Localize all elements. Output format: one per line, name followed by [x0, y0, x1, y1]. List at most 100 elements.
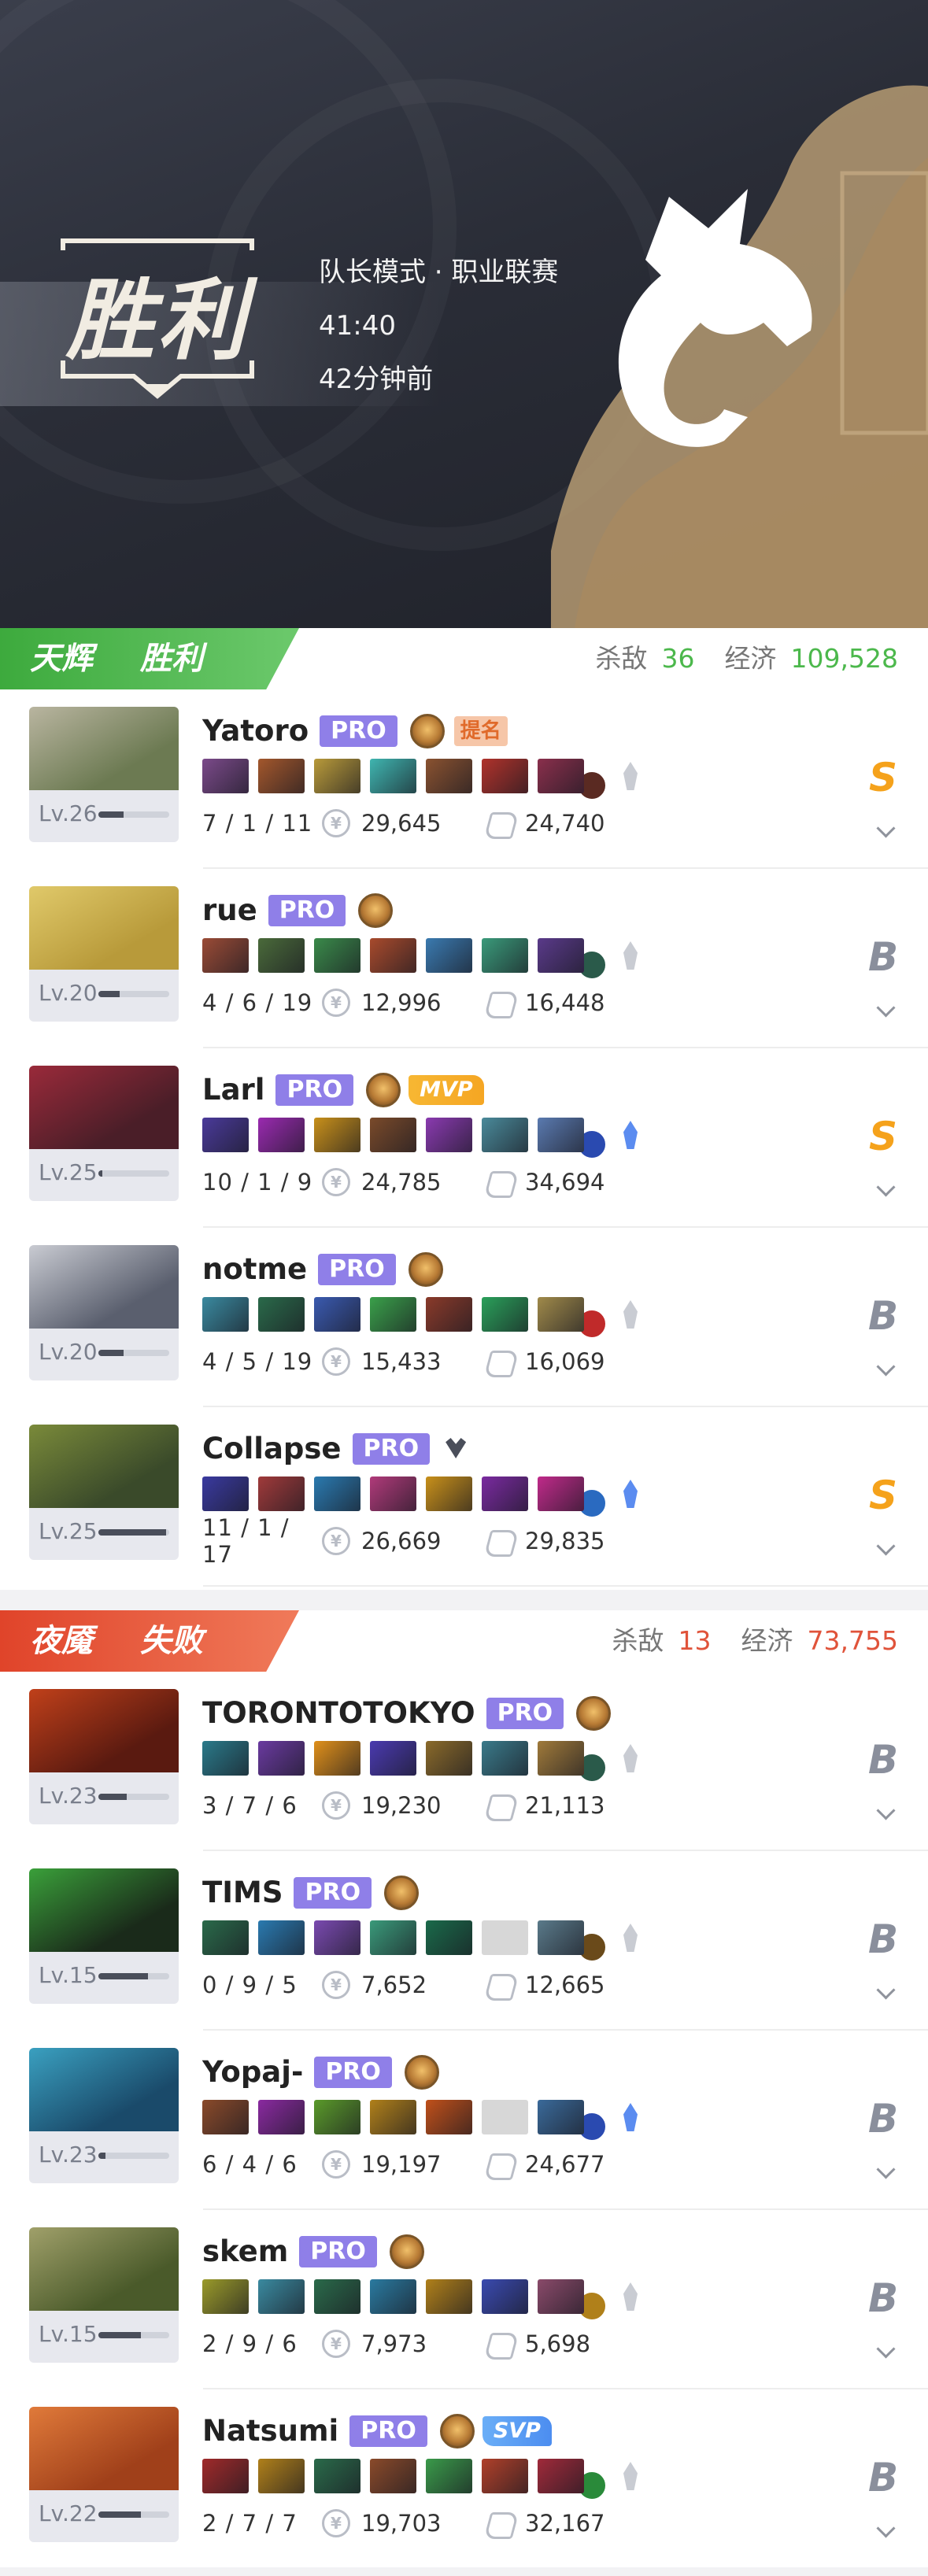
item-icon[interactable] [314, 2279, 360, 2314]
item-icon[interactable] [370, 2459, 416, 2493]
item-icon[interactable] [370, 1476, 416, 1511]
item-icon[interactable] [370, 1920, 416, 1955]
item-icon[interactable] [202, 1118, 249, 1152]
item-icon[interactable] [426, 1118, 472, 1152]
expand-chevron-icon[interactable] [876, 1983, 897, 2004]
player-name[interactable]: TORONTOTOKYO [202, 1694, 475, 1733]
item-icon[interactable] [482, 2279, 528, 2314]
item-icon[interactable] [314, 938, 360, 973]
hero-portrait[interactable]: Lv.20 [29, 1245, 179, 1380]
player-name[interactable]: rue [202, 891, 257, 930]
item-icon[interactable] [370, 759, 416, 793]
item-icon[interactable] [538, 1118, 584, 1152]
item-icon[interactable] [538, 2100, 584, 2134]
player-name[interactable]: Yatoro [202, 711, 309, 751]
item-icon[interactable] [538, 1297, 584, 1332]
expand-chevron-icon[interactable] [876, 2342, 897, 2363]
player-name[interactable]: notme [202, 1250, 307, 1289]
item-icon[interactable] [370, 1741, 416, 1776]
item-icon[interactable] [426, 759, 472, 793]
item-icon[interactable] [258, 1118, 305, 1152]
expand-chevron-icon[interactable] [876, 822, 897, 842]
item-icon[interactable] [202, 938, 249, 973]
item-icon[interactable] [370, 2279, 416, 2314]
item-icon[interactable] [426, 2279, 472, 2314]
item-icon[interactable] [538, 1741, 584, 1776]
item-icon[interactable] [314, 1741, 360, 1776]
player-row[interactable]: Lv.20 rue PRO 4 / 6 / 19 12,996 16,448 B [0, 869, 928, 1048]
item-icon[interactable] [538, 2279, 584, 2314]
expand-chevron-icon[interactable] [876, 1539, 897, 1560]
player-name[interactable]: Natsumi [202, 2412, 338, 2451]
item-icon[interactable] [426, 1741, 472, 1776]
player-row[interactable]: Lv.15 TIMS PRO 0 / 9 / 5 7,652 12,665 B [0, 1851, 928, 2031]
item-icon[interactable] [426, 2100, 472, 2134]
item-icon[interactable] [482, 1476, 528, 1511]
expand-chevron-icon[interactable] [876, 2163, 897, 2183]
item-icon[interactable] [314, 759, 360, 793]
item-icon[interactable] [202, 1476, 249, 1511]
player-row[interactable]: Lv.23 Yopaj- PRO 6 / 4 / 6 19,197 24,677 B [0, 2031, 928, 2210]
hero-portrait[interactable]: Lv.25 [29, 1425, 179, 1560]
item-icon[interactable] [314, 1476, 360, 1511]
item-icon[interactable] [258, 759, 305, 793]
player-name[interactable]: Larl [202, 1070, 264, 1110]
item-icon[interactable] [482, 1741, 528, 1776]
hero-portrait[interactable]: Lv.15 [29, 1868, 179, 2004]
expand-chevron-icon[interactable] [876, 1804, 897, 1824]
player-name[interactable]: skem [202, 2232, 288, 2271]
item-icon[interactable] [426, 2459, 472, 2493]
item-icon[interactable] [202, 2279, 249, 2314]
hero-portrait[interactable]: Lv.20 [29, 886, 179, 1022]
item-icon[interactable] [370, 2100, 416, 2134]
expand-chevron-icon[interactable] [876, 1360, 897, 1380]
player-row[interactable]: Lv.22 Natsumi PRO SVP 2 / 7 / 7 19,703 32,167 B [0, 2389, 928, 2569]
item-icon[interactable] [202, 2459, 249, 2493]
item-icon[interactable] [314, 2100, 360, 2134]
item-icon[interactable] [482, 759, 528, 793]
item-icon[interactable] [258, 2100, 305, 2134]
expand-chevron-icon[interactable] [876, 2522, 897, 2542]
item-icon[interactable] [426, 1476, 472, 1511]
item-icon[interactable] [258, 1741, 305, 1776]
expand-chevron-icon[interactable] [876, 1001, 897, 1022]
item-icon[interactable] [426, 938, 472, 973]
item-icon[interactable] [538, 1920, 584, 1955]
item-icon[interactable] [538, 759, 584, 793]
player-row[interactable]: Lv.23 TORONTOTOKYO PRO 3 / 7 / 6 19,230 21,11… [0, 1672, 928, 1851]
empty-item-slot[interactable] [482, 1920, 528, 1955]
hero-portrait[interactable]: Lv.22 [29, 2407, 179, 2542]
hero-portrait[interactable]: Lv.15 [29, 2227, 179, 2363]
item-icon[interactable] [202, 2100, 249, 2134]
item-icon[interactable] [370, 1118, 416, 1152]
item-icon[interactable] [538, 1476, 584, 1511]
item-icon[interactable] [482, 1297, 528, 1332]
item-icon[interactable] [202, 1741, 249, 1776]
item-icon[interactable] [314, 1297, 360, 1332]
item-icon[interactable] [258, 2279, 305, 2314]
item-icon[interactable] [202, 1297, 249, 1332]
item-icon[interactable] [426, 1920, 472, 1955]
hero-portrait[interactable]: Lv.23 [29, 2048, 179, 2183]
item-icon[interactable] [314, 1118, 360, 1152]
item-icon[interactable] [258, 1297, 305, 1332]
item-icon[interactable] [538, 2459, 584, 2493]
item-icon[interactable] [482, 1118, 528, 1152]
player-row[interactable]: Lv.25 Larl PRO MVP 10 / 1 / 9 24,785 34,694 S [0, 1048, 928, 1228]
player-name[interactable]: Yopaj- [202, 2053, 303, 2092]
player-name[interactable]: TIMS [202, 1873, 283, 1913]
item-icon[interactable] [314, 1920, 360, 1955]
hero-portrait[interactable]: Lv.26 [29, 707, 179, 842]
item-icon[interactable] [314, 2459, 360, 2493]
item-icon[interactable] [258, 2459, 305, 2493]
item-icon[interactable] [202, 1920, 249, 1955]
item-icon[interactable] [482, 2459, 528, 2493]
hero-portrait[interactable]: Lv.23 [29, 1689, 179, 1824]
item-icon[interactable] [202, 759, 249, 793]
item-icon[interactable] [370, 938, 416, 973]
player-row[interactable]: Lv.20 notme PRO 4 / 5 / 19 15,433 16,069 B [0, 1228, 928, 1407]
item-icon[interactable] [538, 938, 584, 973]
item-icon[interactable] [426, 1297, 472, 1332]
item-icon[interactable] [370, 1297, 416, 1332]
empty-item-slot[interactable] [482, 2100, 528, 2134]
